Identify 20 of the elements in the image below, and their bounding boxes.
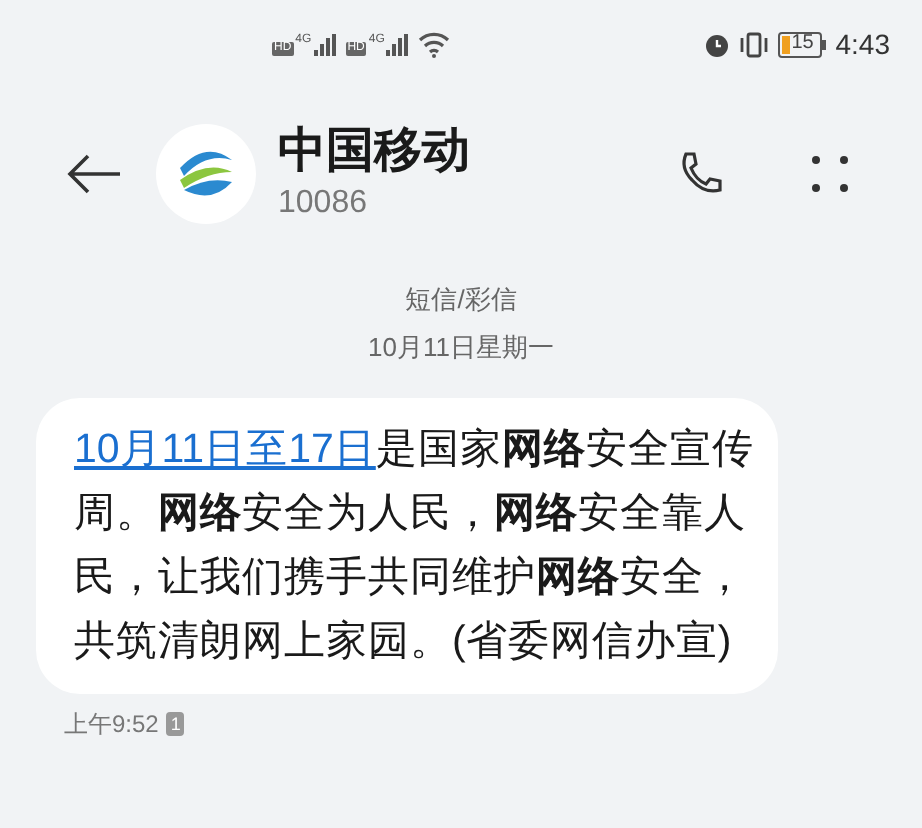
date-label: 10月11日星期一 <box>368 330 554 366</box>
message-time: 上午9:52 <box>64 708 159 742</box>
more-button[interactable] <box>806 150 854 198</box>
signal-icon <box>313 33 338 55</box>
signal-icon <box>386 33 411 55</box>
alarm-icon <box>703 31 730 57</box>
contact-name: 中国移动 <box>278 122 470 182</box>
message-text: 10月11日至17日 是国家网络安全宣传周。网络安全为人民，网络安全靠人民，让我们携手共同维护网络安全，共筑清朗网上家园。(省委网信办宣) <box>74 424 754 668</box>
more-icon <box>810 154 850 194</box>
sim-indicator: 1 <box>166 712 185 736</box>
wifi-icon <box>418 31 451 57</box>
contact-avatar <box>156 124 256 224</box>
phone-icon <box>676 150 724 198</box>
contact-number: 10086 <box>278 184 369 224</box>
battery-level: 15 <box>791 34 814 54</box>
message-type: 短信/彩信 <box>405 282 517 318</box>
clock: 4:43 <box>835 25 890 63</box>
date-link[interactable]: 10月11日至17日 <box>74 426 376 472</box>
back-icon <box>66 154 122 194</box>
vibrate-icon <box>739 31 768 57</box>
